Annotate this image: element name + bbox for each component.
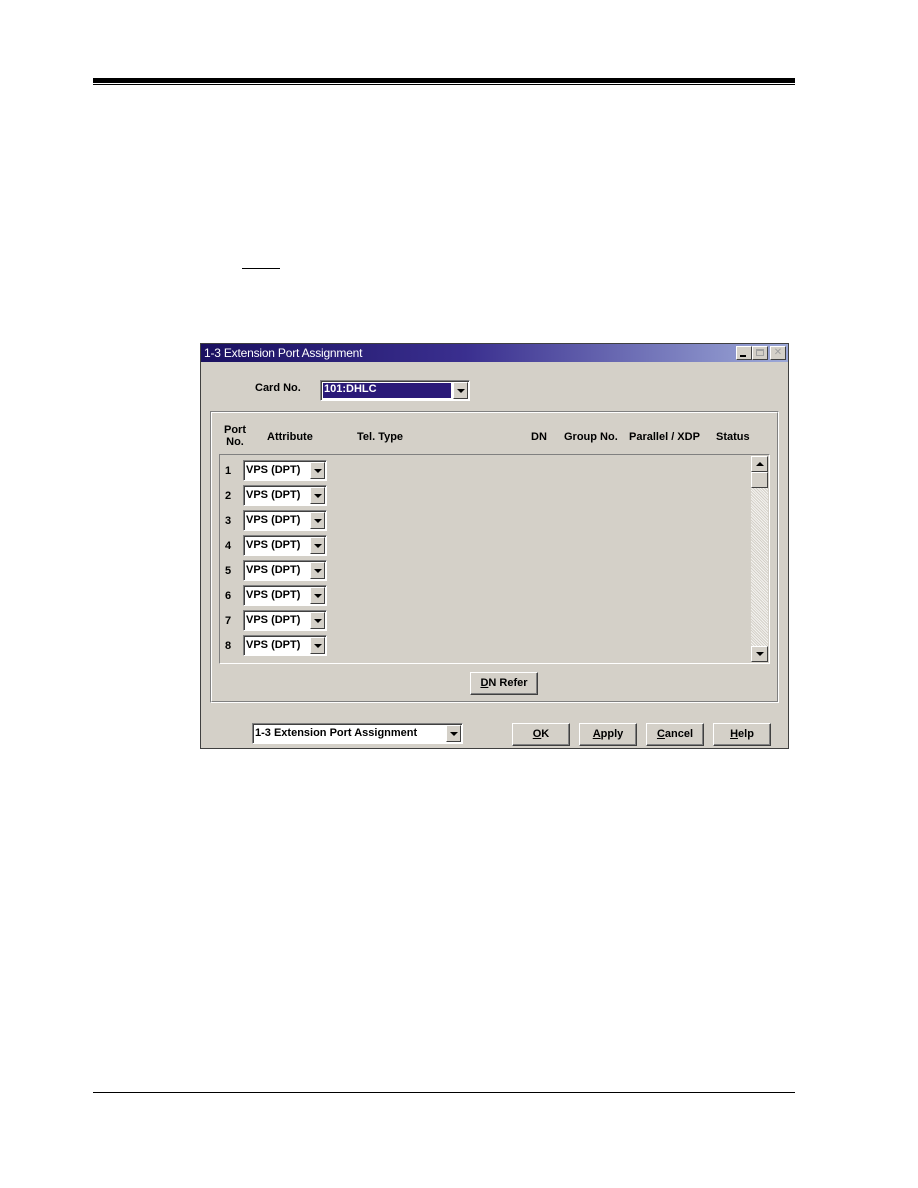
- attribute-select[interactable]: VPS (DPT): [243, 535, 327, 556]
- attribute-select[interactable]: VPS (DPT): [243, 610, 327, 631]
- attribute-select[interactable]: VPS (DPT): [243, 585, 327, 606]
- help-button[interactable]: Help: [713, 723, 771, 746]
- footer-rule: [93, 1092, 795, 1093]
- attribute-select[interactable]: VPS (DPT): [243, 635, 327, 656]
- attribute-select[interactable]: VPS (DPT): [243, 485, 327, 506]
- attribute-value: VPS (DPT): [246, 639, 301, 651]
- header-rule-thick: [93, 78, 795, 83]
- window-controls: ✕: [736, 346, 786, 360]
- apply-button[interactable]: Apply: [579, 723, 637, 746]
- chevron-down-icon[interactable]: [310, 587, 325, 604]
- column-header-status: Status: [716, 431, 750, 443]
- port-number: 7: [225, 615, 232, 627]
- port-number: 3: [225, 515, 232, 527]
- note-underline: [242, 268, 280, 269]
- port-group-box: Port No. Attribute Tel. Type DN Group No…: [210, 411, 779, 703]
- column-header-parallel-xdp: Parallel / XDP: [629, 431, 700, 443]
- attribute-value: VPS (DPT): [246, 564, 301, 576]
- port-number: 5: [225, 565, 232, 577]
- attribute-select[interactable]: VPS (DPT): [243, 510, 327, 531]
- extension-port-assignment-window: 1-3 Extension Port Assignment ✕ Card No.…: [200, 343, 789, 749]
- dn-refer-button[interactable]: DN Refer: [470, 672, 538, 695]
- port-header-line2: No.: [226, 436, 244, 448]
- scroll-thumb[interactable]: [751, 472, 768, 488]
- chevron-down-icon[interactable]: [310, 637, 325, 654]
- port-number: 4: [225, 540, 232, 552]
- help-label: elp: [738, 728, 754, 740]
- attribute-value: VPS (DPT): [246, 539, 301, 551]
- port-header-line1: Port: [224, 424, 246, 436]
- port-number: 2: [225, 490, 232, 502]
- attribute-select[interactable]: VPS (DPT): [243, 560, 327, 581]
- attribute-value: VPS (DPT): [246, 489, 301, 501]
- maximize-button: [752, 346, 768, 360]
- column-header-group-no: Group No.: [564, 431, 618, 443]
- help-mnemonic: H: [730, 728, 739, 740]
- dn-refer-label: N Refer: [488, 677, 528, 689]
- ok-button[interactable]: OK: [512, 723, 570, 746]
- cancel-button[interactable]: Cancel: [646, 723, 704, 746]
- cancel-mnemonic: C: [656, 728, 665, 740]
- port-number: 8: [225, 640, 232, 652]
- chevron-down-icon[interactable]: [310, 462, 325, 479]
- column-header-dn: DN: [531, 431, 547, 443]
- chevron-down-icon[interactable]: [310, 512, 325, 529]
- attribute-select[interactable]: VPS (DPT): [243, 460, 327, 481]
- cancel-label: ancel: [664, 728, 694, 740]
- attribute-value: VPS (DPT): [246, 514, 301, 526]
- header-rule-thin: [93, 84, 795, 85]
- close-button: ✕: [770, 346, 786, 360]
- apply-mnemonic: A: [592, 728, 601, 740]
- port-number: 1: [225, 465, 232, 477]
- port-list: 1 VPS (DPT) 2 VPS (DPT) 3 VPS (DPT) 4 VP…: [219, 454, 770, 664]
- chevron-down-icon[interactable]: [310, 562, 325, 579]
- apply-label: pply: [600, 728, 624, 740]
- scroll-down-button[interactable]: [751, 646, 768, 662]
- minimize-button[interactable]: [736, 346, 752, 360]
- title-bar[interactable]: 1-3 Extension Port Assignment ✕: [201, 344, 788, 362]
- chevron-down-icon[interactable]: [310, 487, 325, 504]
- card-no-select[interactable]: 101:DHLC: [320, 380, 470, 401]
- attribute-value: VPS (DPT): [246, 614, 301, 626]
- card-no-label: Card No.: [255, 382, 301, 394]
- column-header-attribute: Attribute: [267, 431, 313, 443]
- window-title: 1-3 Extension Port Assignment: [204, 346, 363, 360]
- scroll-up-button[interactable]: [751, 456, 768, 472]
- ok-label: K: [541, 728, 550, 740]
- column-header-port: Port No.: [222, 424, 248, 448]
- ok-mnemonic: O: [532, 728, 542, 740]
- screen-select[interactable]: 1-3 Extension Port Assignment: [252, 723, 463, 744]
- port-number: 6: [225, 590, 232, 602]
- column-header-tel-type: Tel. Type: [357, 431, 404, 443]
- card-no-value: 101:DHLC: [322, 382, 452, 399]
- close-icon: ✕: [773, 347, 783, 358]
- vertical-scrollbar[interactable]: [751, 456, 768, 662]
- chevron-down-icon[interactable]: [453, 382, 468, 399]
- attribute-value: VPS (DPT): [246, 464, 301, 476]
- chevron-down-icon[interactable]: [446, 725, 461, 742]
- chevron-down-icon[interactable]: [310, 537, 325, 554]
- screen-select-value: 1-3 Extension Port Assignment: [255, 727, 418, 739]
- attribute-value: VPS (DPT): [246, 589, 301, 601]
- chevron-down-icon[interactable]: [310, 612, 325, 629]
